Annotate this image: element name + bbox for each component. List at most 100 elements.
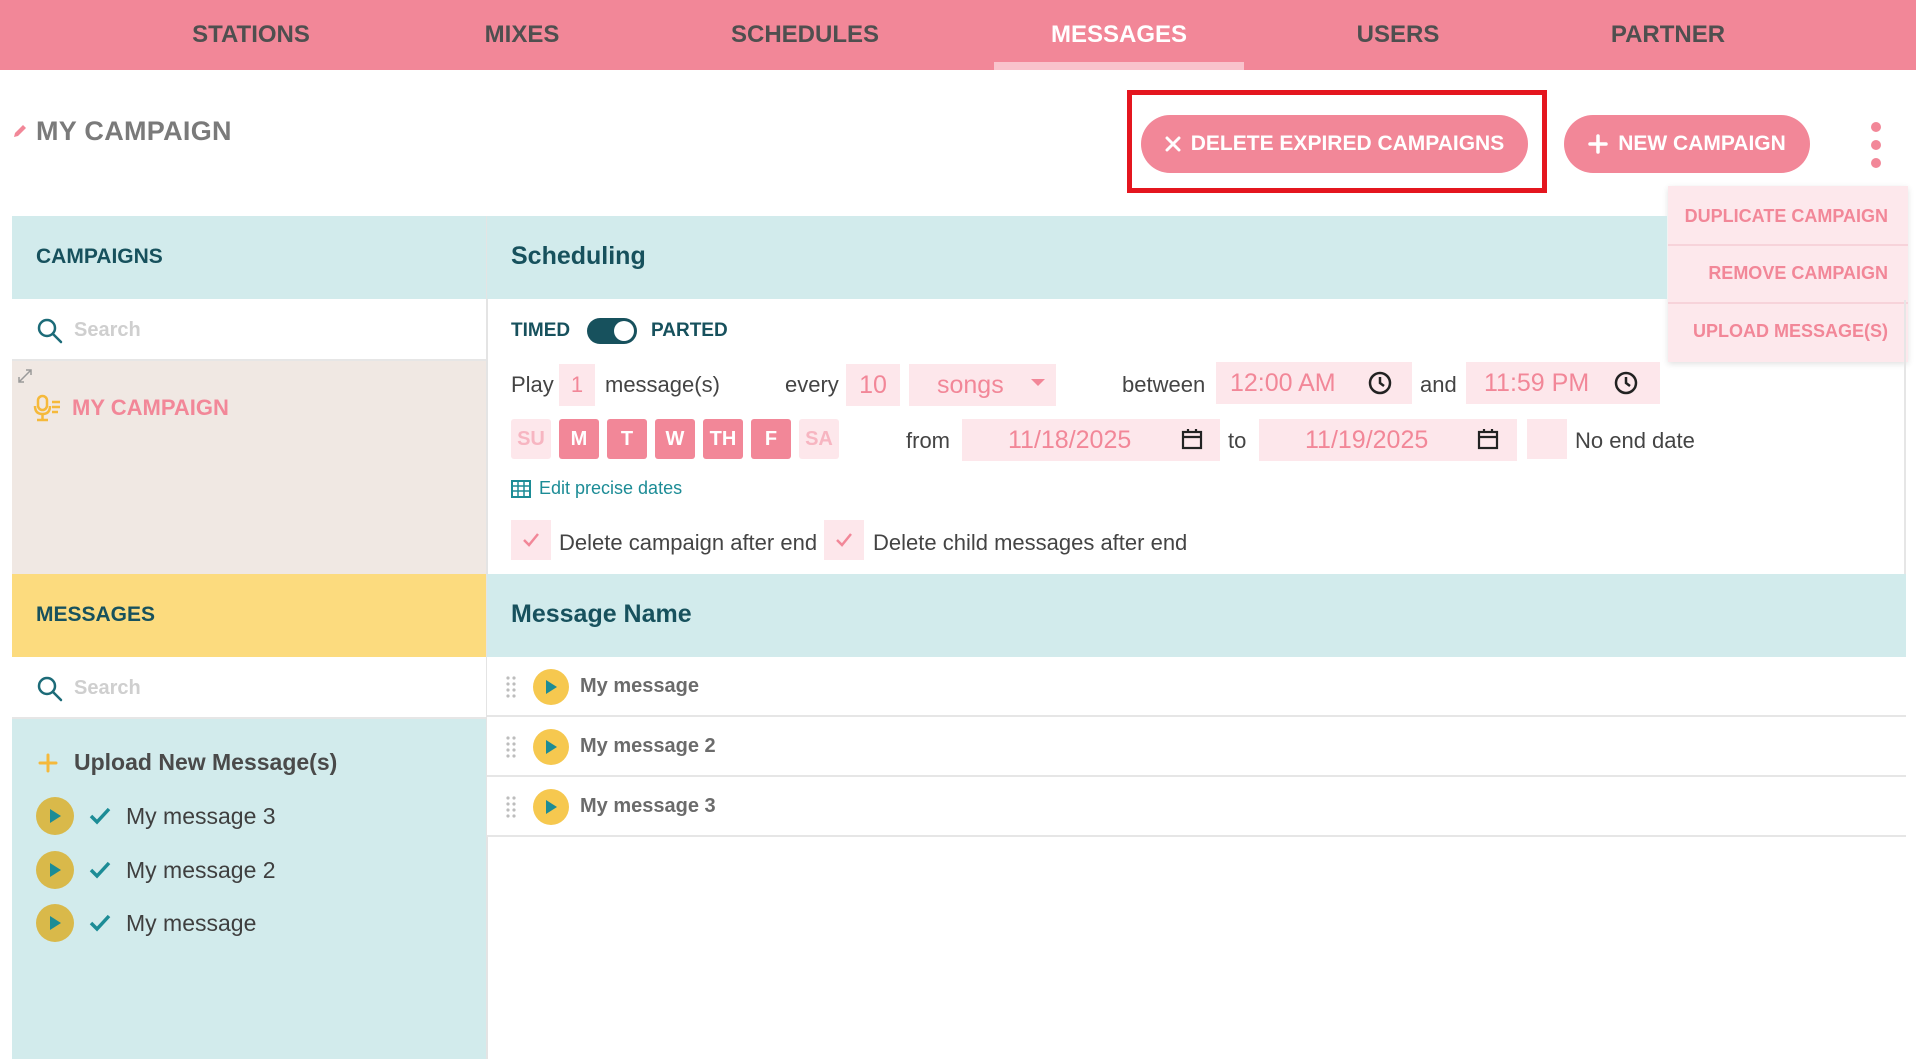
day-thursday[interactable]: TH bbox=[703, 419, 743, 459]
check-icon bbox=[89, 861, 111, 879]
upload-new-messages-button[interactable]: Upload New Message(s) bbox=[38, 749, 337, 776]
table-row: My message 3 bbox=[487, 777, 1906, 837]
start-date-value: 11/18/2025 bbox=[1008, 425, 1132, 454]
day-wednesday[interactable]: W bbox=[655, 419, 695, 459]
day-friday[interactable]: F bbox=[751, 419, 791, 459]
table-row: My message 2 bbox=[487, 717, 1906, 777]
expand-icon[interactable] bbox=[16, 367, 34, 385]
campaigns-header: CAMPAIGNS bbox=[12, 216, 486, 299]
play-icon[interactable] bbox=[36, 851, 74, 889]
end-date-value: 11/19/2025 bbox=[1305, 425, 1429, 454]
play-icon[interactable] bbox=[36, 797, 74, 835]
tab-messages[interactable]: MESSAGES bbox=[994, 0, 1244, 70]
start-time-value: 12:00 AM bbox=[1230, 368, 1336, 397]
drag-handle-icon[interactable] bbox=[505, 735, 517, 759]
message-label: My message 2 bbox=[126, 856, 276, 883]
delete-child-messages-checkbox[interactable] bbox=[824, 520, 864, 560]
play-icon[interactable] bbox=[533, 729, 569, 765]
more-options-icon[interactable] bbox=[1862, 120, 1890, 170]
menu-divider bbox=[1668, 244, 1908, 246]
tab-stations[interactable]: STATIONS bbox=[151, 0, 351, 70]
plus-icon bbox=[1588, 134, 1608, 154]
active-tab-indicator bbox=[994, 62, 1244, 70]
play-icon[interactable] bbox=[533, 789, 569, 825]
calendar-icon[interactable] bbox=[1181, 428, 1203, 450]
drag-handle-icon[interactable] bbox=[505, 675, 517, 699]
upload-label: Upload New Message(s) bbox=[74, 749, 338, 775]
tab-schedules[interactable]: SCHEDULES bbox=[705, 0, 905, 70]
campaign-list: MY CAMPAIGN bbox=[12, 361, 486, 574]
message-search bbox=[12, 657, 486, 719]
menu-remove-campaign[interactable]: REMOVE CAMPAIGN bbox=[1708, 263, 1888, 284]
campaign-item[interactable]: MY CAMPAIGN bbox=[32, 391, 229, 425]
every-label: every bbox=[785, 372, 839, 397]
play-icon[interactable] bbox=[36, 904, 74, 942]
campaign-options-menu: DUPLICATE CAMPAIGN REMOVE CAMPAIGN UPLOA… bbox=[1668, 186, 1908, 362]
day-tuesday[interactable]: T bbox=[607, 419, 647, 459]
between-label: between bbox=[1122, 372, 1206, 397]
to-label: to bbox=[1228, 428, 1247, 453]
message-search-input[interactable] bbox=[74, 673, 454, 703]
tab-users[interactable]: USERS bbox=[1298, 0, 1498, 70]
check-icon bbox=[89, 807, 111, 825]
delete-child-messages-label: Delete child messages after end bbox=[873, 530, 1188, 555]
new-campaign-button[interactable]: NEW CAMPAIGN bbox=[1564, 115, 1810, 173]
message-label: My message 3 bbox=[126, 802, 276, 829]
list-item: My message 3 bbox=[36, 796, 276, 836]
campaigns-heading: CAMPAIGNS bbox=[36, 245, 163, 268]
from-label: from bbox=[906, 428, 950, 453]
drag-handle-icon[interactable] bbox=[505, 795, 517, 819]
edit-dates-label: Edit precise dates bbox=[539, 478, 683, 498]
clock-icon[interactable] bbox=[1368, 371, 1392, 395]
day-saturday[interactable]: SA bbox=[799, 419, 839, 459]
page-title: MY CAMPAIGN bbox=[36, 116, 232, 146]
message-name-column: Message Name bbox=[511, 600, 692, 628]
every-count-input[interactable]: 10 bbox=[846, 364, 900, 406]
play-icon[interactable] bbox=[533, 669, 569, 705]
caret-down-icon bbox=[1031, 379, 1045, 386]
check-icon bbox=[523, 533, 539, 547]
campaign-item-label: MY CAMPAIGN bbox=[72, 395, 229, 420]
unit-select[interactable]: songs bbox=[909, 364, 1056, 406]
list-item: My message 2 bbox=[36, 850, 276, 890]
clock-icon[interactable] bbox=[1614, 371, 1638, 395]
toggle-knob bbox=[614, 321, 634, 341]
scheduling-header: Scheduling bbox=[487, 216, 1667, 299]
play-count-input[interactable]: 1 bbox=[559, 364, 595, 406]
messages-header: MESSAGES bbox=[12, 574, 486, 657]
messages-unit-label: message(s) bbox=[605, 372, 720, 397]
menu-divider bbox=[1668, 302, 1908, 304]
messages-heading: MESSAGES bbox=[36, 603, 156, 626]
no-end-date-checkbox[interactable] bbox=[1527, 419, 1567, 459]
delete-campaign-after-end-label: Delete campaign after end bbox=[559, 530, 818, 555]
scheduling-title: Scheduling bbox=[511, 242, 646, 270]
check-icon bbox=[89, 914, 111, 932]
message-table-header: Message Name bbox=[487, 574, 1906, 657]
timed-parted-toggle[interactable] bbox=[587, 318, 637, 344]
message-library: Upload New Message(s) My message 3 My me… bbox=[12, 719, 486, 1059]
play-label: Play bbox=[511, 372, 554, 397]
day-monday[interactable]: M bbox=[559, 419, 599, 459]
campaign-search-input[interactable] bbox=[74, 315, 454, 345]
pencil-icon[interactable] bbox=[11, 122, 29, 140]
end-time-value: 11:59 PM bbox=[1484, 368, 1590, 397]
check-icon bbox=[836, 533, 852, 547]
tab-partner[interactable]: PARTNER bbox=[1568, 0, 1768, 70]
new-campaign-label: NEW CAMPAIGN bbox=[1618, 132, 1786, 155]
menu-upload-messages[interactable]: UPLOAD MESSAGE(S) bbox=[1693, 321, 1888, 342]
calendar-icon[interactable] bbox=[1477, 428, 1499, 450]
edit-precise-dates-link[interactable]: Edit precise dates bbox=[511, 478, 682, 499]
timed-label: TIMED bbox=[511, 320, 571, 341]
tab-mixes[interactable]: MIXES bbox=[422, 0, 622, 70]
campaign-search bbox=[12, 299, 486, 361]
highlight-annotation bbox=[1127, 90, 1547, 193]
plus-icon bbox=[38, 753, 58, 772]
no-end-date-label: No end date bbox=[1575, 428, 1695, 453]
grid-calendar-icon bbox=[511, 479, 531, 498]
day-sunday[interactable]: SU bbox=[511, 419, 551, 459]
message-label: My message bbox=[126, 909, 257, 936]
menu-duplicate-campaign[interactable]: DUPLICATE CAMPAIGN bbox=[1685, 206, 1888, 227]
message-name: My message 3 bbox=[580, 795, 716, 817]
delete-campaign-after-end-checkbox[interactable] bbox=[511, 520, 551, 560]
and-label: and bbox=[1420, 372, 1457, 397]
